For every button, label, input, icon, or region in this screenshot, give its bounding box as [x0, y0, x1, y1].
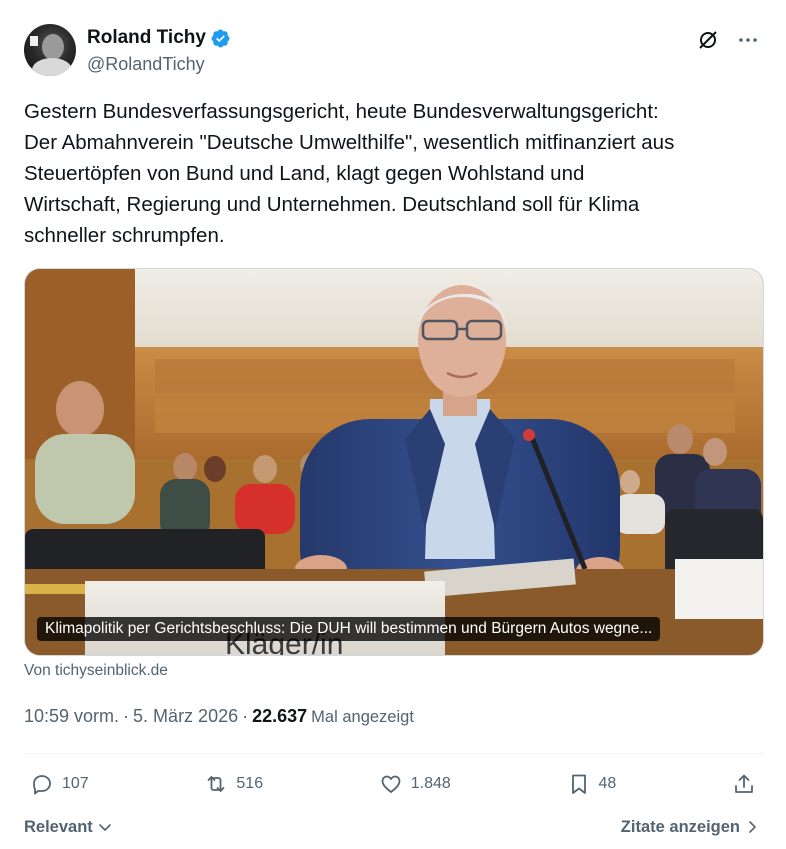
meta-separator: · — [242, 706, 249, 726]
sort-label: Relevant — [24, 817, 93, 836]
view-quotes-label: Zitate anzeigen — [620, 817, 740, 836]
action-bar: 107 516 1.848 48 — [30, 768, 756, 800]
author-name[interactable]: Roland Tichy — [87, 27, 206, 49]
bookmark-count: 48 — [598, 775, 617, 792]
tweet-text: Gestern Bundesverfassungsgericht, heute … — [24, 100, 675, 247]
meta-separator: · — [123, 706, 130, 726]
view-count-label: Mal angezeigt — [311, 708, 414, 726]
card-caption[interactable]: Klimapolitik per Gerichtsbeschluss: Die … — [37, 617, 661, 641]
like-button[interactable]: 1.848 — [379, 772, 451, 796]
avatar-face — [42, 34, 64, 60]
reply-count: 107 — [62, 775, 89, 792]
chevron-down-icon — [98, 824, 111, 831]
reply-footer: Relevant Zitate anzeigen — [24, 814, 760, 840]
chevron-right-icon — [749, 821, 756, 833]
verified-badge-icon[interactable] — [210, 28, 231, 49]
tweet-header: Roland Tichy @RolandTichy — [24, 22, 766, 78]
divider — [24, 753, 764, 754]
share-button[interactable] — [732, 772, 756, 796]
card-source[interactable]: Von tichyseinblick.de — [24, 662, 168, 680]
author-name-row: Roland Tichy — [87, 27, 231, 49]
avatar-shoulders — [32, 58, 72, 76]
sort-dropdown[interactable]: Relevant — [24, 818, 113, 837]
repost-icon — [207, 776, 225, 792]
like-count: 1.848 — [410, 775, 451, 792]
share-icon — [735, 774, 753, 793]
reply-button[interactable]: 107 — [30, 772, 89, 796]
reply-icon — [33, 775, 51, 795]
tweet-meta: 10:59 vorm. · 5. März 2026 · 22.637 Mal … — [24, 706, 414, 727]
avatar-badge-decoration — [30, 36, 38, 46]
grok-icon[interactable] — [696, 28, 720, 52]
tweet-time[interactable]: 10:59 vorm. — [24, 706, 119, 727]
tweet-date[interactable]: 5. März 2026 — [133, 706, 238, 727]
repost-button[interactable]: 516 — [204, 772, 263, 796]
link-card[interactable]: Kläger/in Klimapolitik per Gerichtsbesch… — [24, 268, 764, 656]
header-actions — [696, 28, 760, 52]
more-icon[interactable] — [736, 28, 760, 52]
repost-count: 516 — [236, 775, 264, 792]
card-image: Kläger/in — [25, 269, 763, 655]
view-quotes-link[interactable]: Zitate anzeigen — [621, 818, 760, 837]
author-handle[interactable]: @RolandTichy — [87, 54, 205, 75]
like-icon — [381, 775, 401, 793]
avatar[interactable] — [24, 24, 76, 76]
bookmark-icon — [571, 774, 586, 794]
view-count: 22.637 — [252, 706, 308, 726]
bookmark-button[interactable]: 48 — [567, 772, 617, 796]
